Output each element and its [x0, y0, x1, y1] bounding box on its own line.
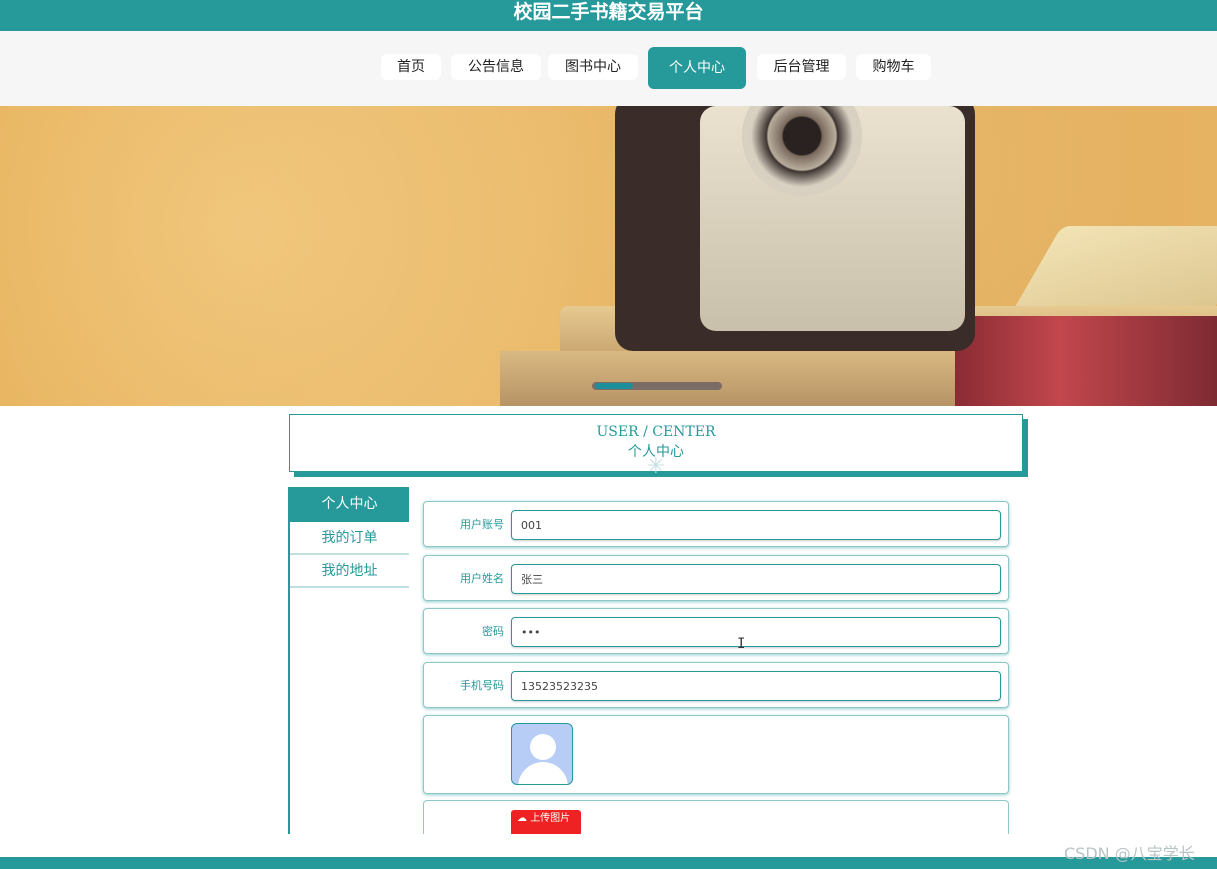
top-header-bar: 校园二手书籍交易平台 [0, 0, 1217, 31]
footer-bar [0, 857, 1217, 869]
site-title: 校园二手书籍交易平台 [513, 1, 704, 23]
phone-label: 手机号码 [460, 679, 504, 692]
upload-image-button[interactable]: ☁ 上传图片 [511, 810, 581, 836]
username-label: 用户账号 [460, 518, 504, 531]
sidebar-item-my-address[interactable]: 我的地址 [290, 555, 409, 588]
banner-carousel[interactable] [0, 106, 1217, 406]
password-input[interactable] [511, 617, 1001, 647]
phone-input[interactable] [511, 671, 1001, 701]
sparkle-icon: ✳ [646, 454, 666, 479]
cloud-upload-icon: ☁ [517, 813, 527, 824]
password-label: 密码 [482, 625, 504, 638]
form-row-username: 用户账号 [423, 501, 1009, 547]
name-input[interactable] [511, 564, 1001, 594]
nav-item-notices[interactable]: 公告信息 [451, 54, 541, 80]
banner-book-spine [955, 316, 1217, 406]
watermark-text: CSDN @八宝学长 [1064, 844, 1195, 863]
form-row-password: 密码 [423, 608, 1009, 654]
username-input[interactable] [511, 510, 1001, 540]
nav-item-cart[interactable]: 购物车 [856, 54, 931, 80]
upload-image-label: 上传图片 [530, 813, 571, 824]
page-bottom-cutoff [0, 834, 1217, 857]
user-sidebar: 个人中心 我的订单 我的地址 [288, 487, 409, 837]
sidebar-item-personal-center[interactable]: 个人中心 [290, 487, 409, 522]
form-row-name: 用户姓名 [423, 555, 1009, 601]
form-row-avatar [423, 715, 1009, 794]
text-cursor-icon: I [737, 636, 746, 652]
navigation-bar: 首页 公告信息 图书中心 个人中心 后台管理 购物车 [0, 31, 1217, 106]
nav-item-personal-center[interactable]: 个人中心 [648, 47, 746, 89]
sidebar-item-my-orders[interactable]: 我的订单 [290, 522, 409, 555]
nav-menu: 首页 公告信息 图书中心 个人中心 后台管理 购物车 [0, 31, 1217, 106]
avatar-head [530, 734, 556, 760]
avatar-body [518, 762, 568, 784]
nav-item-home[interactable]: 首页 [381, 54, 441, 80]
name-label: 用户姓名 [460, 572, 504, 585]
nav-item-admin[interactable]: 后台管理 [757, 54, 846, 80]
section-title-en: USER / CENTER [596, 424, 716, 440]
carousel-indicator-active[interactable] [595, 383, 633, 389]
nav-item-book-center[interactable]: 图书中心 [548, 54, 638, 80]
form-row-phone: 手机号码 [423, 662, 1009, 708]
user-avatar-icon[interactable] [511, 723, 573, 785]
